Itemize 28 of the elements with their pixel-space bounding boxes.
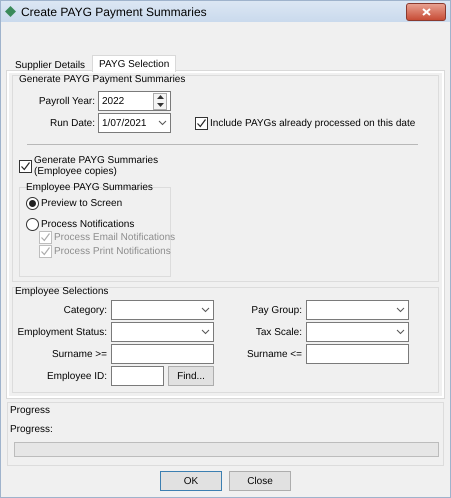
radio-label: Process Notifications	[41, 219, 134, 230]
checkbox-label: Include PAYGs already processed on this date	[210, 118, 416, 128]
tab[interactable]: PAYG Selection	[92, 55, 176, 72]
find-button[interactable]: Find...	[168, 366, 214, 386]
field-label: Tax Scale:	[254, 326, 302, 338]
field-label: Payroll Year:	[38, 96, 95, 106]
progress-label: Progress:	[10, 424, 54, 435]
field-label: Surname >=	[50, 348, 107, 360]
field-label: Category:	[62, 304, 107, 316]
field-label: Pay Group:	[250, 304, 302, 316]
checkbox-label: Process Print Notifications	[54, 246, 171, 257]
field-label: Run Date:	[48, 118, 95, 128]
group-title: Progress	[10, 405, 52, 416]
date-dropdown[interactable]: 1/07/2021	[98, 113, 171, 133]
dialog-button[interactable]: OK	[160, 471, 222, 491]
group-title: Employee PAYG Summaries	[26, 182, 154, 193]
radio-label: Preview to Screen	[41, 198, 122, 209]
spin-field[interactable]: 2022	[98, 91, 171, 111]
dialog-button[interactable]: Close	[229, 471, 291, 491]
checkbox-label: Process Email Notifications	[54, 232, 176, 243]
tab[interactable]: Supplier Details	[8, 57, 92, 72]
group-title: Employee Selections	[15, 286, 110, 297]
group-title: Generate PAYG Payment Summaries	[19, 74, 186, 85]
field-label: Employee ID:	[46, 370, 107, 382]
field-label: Surname <=	[246, 348, 302, 360]
checkbox-label: Generate PAYG Summaries (Employee copies)	[34, 155, 160, 177]
window-title: Create PAYG Payment Summaries	[21, 4, 208, 18]
field-label: Employment Status:	[16, 326, 107, 338]
